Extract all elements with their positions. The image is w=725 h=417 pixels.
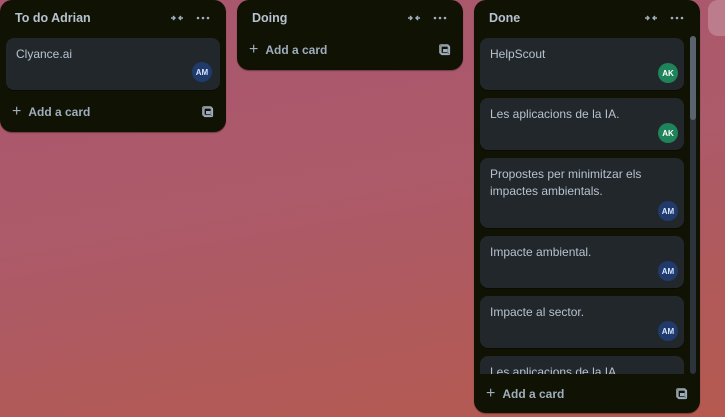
collapse-icon[interactable] [638,7,664,29]
card-title: Les aplicacions de la IA. [490,365,620,374]
more-options-icon[interactable] [664,7,690,29]
card[interactable]: Les aplicacions de la IA. [480,356,684,374]
list-done: Done HelpScout AK Les aplicacions de la … [474,0,700,413]
avatar[interactable]: AM [658,201,678,221]
card-template-icon[interactable] [672,388,692,400]
card-title: Propostes per minimitzar els impactes am… [490,167,642,198]
scrollbar-thumb[interactable] [690,36,696,120]
add-card-label: Add a card [502,387,565,401]
avatar[interactable]: AM [658,261,678,281]
add-card-button[interactable]: + Add a card [486,386,672,402]
list-title[interactable]: To do Adrian [15,11,164,25]
list-title[interactable]: Doing [252,11,401,25]
add-another-list-button[interactable] [708,0,725,36]
card[interactable]: Les aplicacions de la IA. AK [480,98,684,150]
add-card-row: + Add a card [474,378,700,410]
avatar[interactable]: AK [658,63,678,83]
avatar[interactable]: AM [192,62,212,82]
scrollbar[interactable] [690,36,696,374]
avatar[interactable]: AM [658,321,678,341]
list-to-do-adrian: To do Adrian Clyance.ai AM + Add a card [0,0,226,132]
add-card-label: Add a card [265,43,328,57]
list-header: Doing [237,0,463,36]
list-doing: Doing + Add a card [237,0,463,70]
card-template-icon[interactable] [198,106,218,118]
add-card-label: Add a card [28,105,91,119]
list-title[interactable]: Done [489,11,638,25]
card-template-icon[interactable] [435,44,455,56]
more-options-icon[interactable] [427,7,453,29]
collapse-icon[interactable] [401,7,427,29]
add-card-button[interactable]: + Add a card [249,42,435,58]
more-options-icon[interactable] [190,7,216,29]
card-title: Impacte al sector. [490,305,585,319]
plus-icon: + [486,385,496,402]
add-card-button[interactable]: + Add a card [12,104,198,120]
card[interactable]: Propostes per minimitzar els impactes am… [480,158,684,228]
collapse-icon[interactable] [164,7,190,29]
card-list-scroll[interactable]: HelpScout AK Les aplicacions de la IA. A… [474,36,700,374]
plus-icon: + [249,41,259,58]
add-card-row: + Add a card [0,96,226,128]
add-card-row: + Add a card [237,34,463,66]
card[interactable]: Clyance.ai AM [6,38,220,90]
avatar[interactable]: AK [658,123,678,143]
card-title: Les aplicacions de la IA. [490,107,620,121]
list-header: Done [474,0,700,36]
card[interactable]: Impacte al sector. AM [480,296,684,348]
card-list: HelpScout AK Les aplicacions de la IA. A… [474,36,700,374]
card-list: Clyance.ai AM [0,36,226,90]
card[interactable]: HelpScout AK [480,38,684,90]
card-title: Clyance.ai [16,47,73,61]
card[interactable]: Impacte ambiental. AM [480,236,684,288]
plus-icon: + [12,103,22,120]
card-title: Impacte ambiental. [490,245,592,259]
card-title: HelpScout [490,47,546,61]
list-header: To do Adrian [0,0,226,36]
